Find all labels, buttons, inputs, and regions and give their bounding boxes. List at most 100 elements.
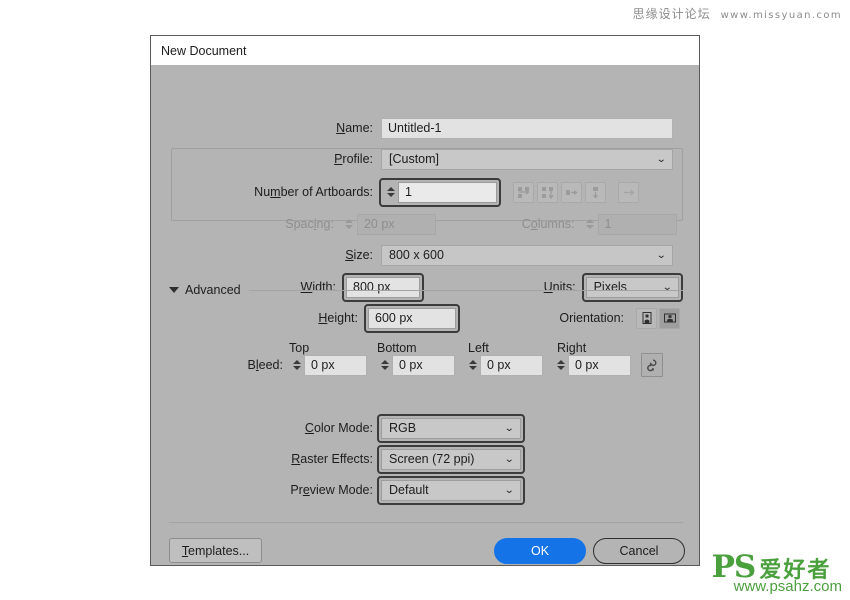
dialog-title: New Document bbox=[161, 44, 246, 58]
arrange-in-column-button[interactable] bbox=[585, 182, 606, 203]
chevron-down-icon: ⌄ bbox=[656, 250, 666, 261]
advanced-divider bbox=[249, 290, 683, 291]
height-input-value: 600 px bbox=[375, 311, 413, 325]
footer-divider bbox=[169, 522, 683, 523]
ok-button[interactable]: OK bbox=[494, 538, 586, 564]
raster-effects-row: Raster Effects: Screen (72 ppi) ⌄ bbox=[203, 445, 603, 473]
chevron-down-icon: ⌄ bbox=[504, 485, 514, 496]
orientation-landscape-button[interactable] bbox=[659, 308, 680, 329]
landscape-icon bbox=[663, 311, 677, 325]
artboards-input-value: 1 bbox=[405, 185, 412, 199]
bleed-bottom-field: 0 px bbox=[377, 355, 455, 376]
dialog-titlebar: New Document bbox=[151, 36, 699, 65]
artboards-row: Number of Artboards: 1 bbox=[177, 178, 677, 206]
preview-mode-row: Preview Mode: Default ⌄ bbox=[203, 476, 603, 504]
profile-row: Profile: [Custom] ⌄ bbox=[223, 148, 673, 170]
spacing-label: Spacing: bbox=[177, 217, 334, 231]
grid-by-column-icon bbox=[541, 186, 554, 199]
size-select-value: 800 x 600 bbox=[389, 248, 444, 262]
bleed-bottom-header: Bottom bbox=[377, 341, 417, 355]
orientation-label: Orientation: bbox=[550, 311, 624, 325]
preview-mode-select[interactable]: Default ⌄ bbox=[381, 480, 521, 501]
size-select[interactable]: 800 x 600 ⌄ bbox=[381, 245, 673, 266]
size-row: Size: 800 x 600 ⌄ bbox=[223, 244, 673, 266]
color-mode-value: RGB bbox=[389, 421, 416, 435]
watermark-bottom-logo: PS爱好者 www.psahz.com bbox=[712, 552, 842, 594]
bleed-left-header: Left bbox=[468, 341, 489, 355]
profile-select[interactable]: [Custom] ⌄ bbox=[381, 149, 673, 170]
columns-field: 1 bbox=[583, 214, 677, 235]
spacing-columns-row: Spacing: 20 px Columns: 1 bbox=[177, 213, 677, 235]
preview-mode-value: Default bbox=[389, 483, 429, 497]
advanced-section-header[interactable]: Advanced bbox=[169, 283, 683, 297]
cancel-button-label: Cancel bbox=[620, 544, 659, 558]
spacing-input: 20 px bbox=[357, 214, 436, 235]
spacing-stepper bbox=[342, 214, 357, 235]
artboards-label: Number of Artboards: bbox=[177, 185, 373, 199]
bleed-right-value: 0 px bbox=[575, 358, 599, 372]
columns-label: Columns: bbox=[478, 217, 574, 231]
preview-mode-focus-ring: Default ⌄ bbox=[377, 476, 525, 505]
preview-mode-label: Preview Mode: bbox=[203, 483, 373, 497]
bleed-top-value: 0 px bbox=[311, 358, 335, 372]
watermark-top-cn: 思缘设计论坛 bbox=[633, 7, 711, 21]
watermark-top: 思缘设计论坛 www.missyuan.com bbox=[633, 5, 842, 22]
bleed-right-stepper[interactable] bbox=[553, 355, 568, 376]
name-label: Name: bbox=[223, 121, 373, 135]
color-mode-select[interactable]: RGB ⌄ bbox=[381, 418, 521, 439]
arrange-in-row-icon bbox=[565, 186, 578, 199]
chevron-down-icon: ⌄ bbox=[656, 154, 666, 165]
chevron-down-icon: ⌄ bbox=[504, 423, 514, 434]
bleed-left-value: 0 px bbox=[487, 358, 511, 372]
grid-by-row-icon bbox=[517, 186, 530, 199]
arrange-in-row-button[interactable] bbox=[561, 182, 582, 203]
color-mode-focus-ring: RGB ⌄ bbox=[377, 414, 525, 443]
raster-effects-focus-ring: Screen (72 ppi) ⌄ bbox=[377, 445, 525, 474]
arrange-in-column-icon bbox=[589, 186, 602, 199]
portrait-icon bbox=[640, 311, 654, 325]
orientation-group bbox=[636, 308, 683, 329]
raster-effects-select[interactable]: Screen (72 ppi) ⌄ bbox=[381, 449, 521, 470]
columns-stepper bbox=[583, 214, 598, 235]
height-label: Height: bbox=[223, 311, 358, 325]
artboards-stepper[interactable] bbox=[383, 182, 398, 203]
templates-button[interactable]: Templates... bbox=[169, 538, 262, 563]
bleed-top-header: Top bbox=[289, 341, 309, 355]
bleed-top-stepper[interactable] bbox=[289, 355, 304, 376]
height-orientation-row: Height: 600 px Orientation: bbox=[223, 304, 683, 332]
name-row: Name: Untitled-1 bbox=[223, 117, 673, 139]
bleed-left-field: 0 px bbox=[465, 355, 543, 376]
height-focus-ring: 600 px bbox=[364, 304, 460, 333]
name-input-value: Untitled-1 bbox=[388, 121, 442, 135]
color-mode-row: Color Mode: RGB ⌄ bbox=[203, 414, 603, 442]
watermark-top-url: www.missyuan.com bbox=[721, 10, 842, 21]
flow-direction-button[interactable] bbox=[618, 182, 639, 203]
height-input[interactable]: 600 px bbox=[368, 308, 456, 329]
link-bleed-values-icon bbox=[646, 358, 658, 373]
arrange-grid-columns-button[interactable] bbox=[537, 182, 558, 203]
artboards-input[interactable]: 1 bbox=[398, 182, 497, 203]
bleed-right-input[interactable]: 0 px bbox=[568, 355, 631, 376]
profile-label: Profile: bbox=[223, 152, 373, 166]
bleed-top-input[interactable]: 0 px bbox=[304, 355, 367, 376]
artboards-focus-ring: 1 bbox=[379, 178, 501, 207]
columns-input: 1 bbox=[598, 214, 677, 235]
bleed-top-field: 0 px bbox=[289, 355, 367, 376]
chevron-down-icon: ⌄ bbox=[504, 454, 514, 465]
cancel-button[interactable]: Cancel bbox=[593, 538, 685, 564]
orientation-portrait-button[interactable] bbox=[636, 308, 657, 329]
bleed-left-input[interactable]: 0 px bbox=[480, 355, 543, 376]
bleed-label: Bleed: bbox=[223, 358, 283, 372]
bleed-link-button[interactable] bbox=[641, 353, 663, 377]
raster-effects-label: Raster Effects: bbox=[203, 452, 373, 466]
bleed-bottom-stepper[interactable] bbox=[377, 355, 392, 376]
spacing-input-value: 20 px bbox=[364, 217, 395, 231]
bleed-bottom-input[interactable]: 0 px bbox=[392, 355, 455, 376]
dialog-body: Name: Untitled-1 Profile: [Custom] ⌄ Num… bbox=[151, 65, 699, 567]
name-input[interactable]: Untitled-1 bbox=[381, 118, 673, 139]
arrange-grid-rows-button[interactable] bbox=[513, 182, 534, 203]
ok-button-label: OK bbox=[531, 544, 549, 558]
spacing-field: 20 px bbox=[342, 214, 436, 235]
advanced-label: Advanced bbox=[185, 283, 241, 297]
bleed-left-stepper[interactable] bbox=[465, 355, 480, 376]
